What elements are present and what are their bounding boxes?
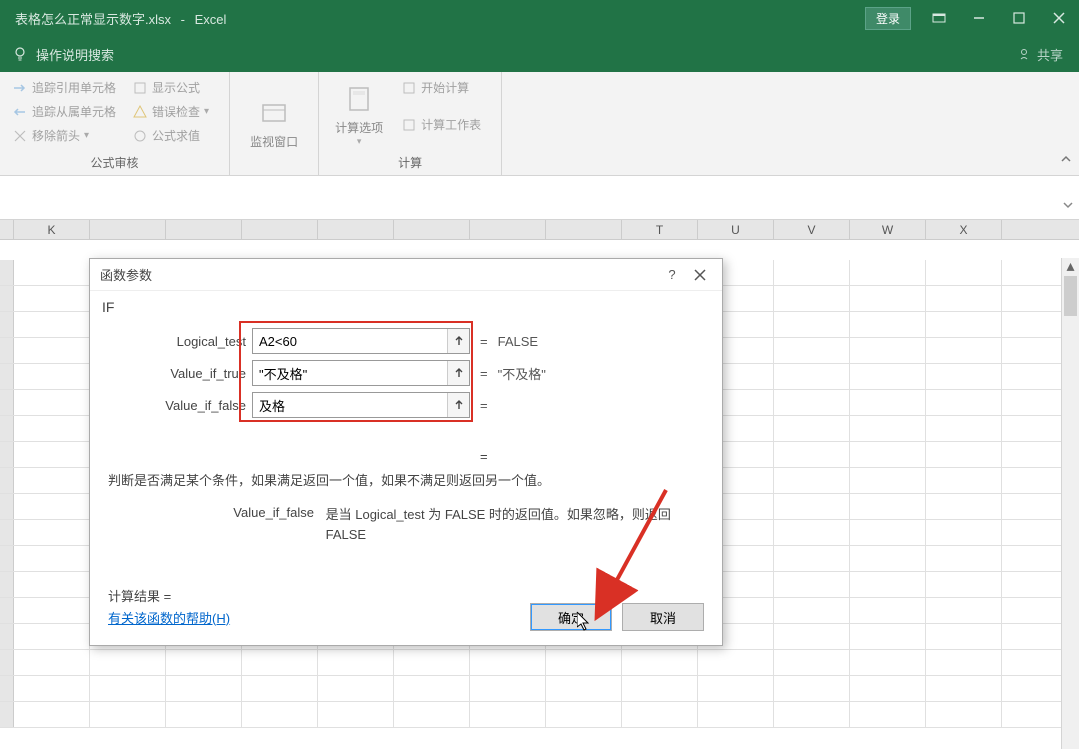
dialog-title: 函数参数 bbox=[100, 265, 152, 284]
watch-window-icon bbox=[258, 97, 290, 129]
dialog-titlebar[interactable]: 函数参数 ? bbox=[90, 259, 722, 291]
column-header[interactable] bbox=[470, 220, 546, 239]
function-arguments-dialog: 函数参数 ? IF Logical_test = FALSE Value_if_… bbox=[89, 258, 723, 646]
trace-precedents-button[interactable]: 追踪引用单元格 bbox=[8, 77, 120, 98]
calc-sheet-icon bbox=[401, 117, 417, 133]
logical-test-input[interactable] bbox=[253, 329, 447, 353]
column-header[interactable] bbox=[546, 220, 622, 239]
value-if-true-input[interactable] bbox=[253, 361, 447, 385]
collapse-ribbon-icon[interactable] bbox=[1059, 152, 1073, 171]
equals-sign: = bbox=[480, 398, 488, 413]
minimize-icon[interactable] bbox=[959, 0, 999, 36]
help-icon[interactable]: ? bbox=[658, 261, 686, 289]
title-separator: - bbox=[181, 12, 185, 27]
column-header[interactable]: K bbox=[14, 220, 90, 239]
column-header[interactable] bbox=[90, 220, 166, 239]
evaluate-formula-button[interactable]: 公式求值 bbox=[128, 125, 213, 146]
login-button[interactable]: 登录 bbox=[865, 7, 911, 30]
function-description: 判断是否满足某个条件，如果满足返回一个值，如果不满足则返回另一个值。 bbox=[108, 470, 704, 489]
equals-sign: = bbox=[480, 334, 488, 349]
arg-label: Value_if_true bbox=[158, 366, 252, 381]
column-header[interactable] bbox=[242, 220, 318, 239]
share-button[interactable]: 共享 bbox=[1019, 45, 1063, 64]
param-name: Value_if_false bbox=[108, 505, 322, 520]
remove-arrows-icon bbox=[12, 128, 28, 144]
value-if-false-input[interactable] bbox=[253, 393, 447, 417]
collapse-dialog-icon[interactable] bbox=[447, 393, 469, 417]
vertical-scrollbar[interactable]: ▴ bbox=[1061, 258, 1079, 749]
evaluate-formula-icon bbox=[132, 128, 148, 144]
expand-formula-icon[interactable] bbox=[1061, 198, 1075, 217]
column-header[interactable] bbox=[394, 220, 470, 239]
select-all-corner[interactable] bbox=[0, 220, 14, 239]
ribbon-group-label: 公式审核 bbox=[8, 152, 221, 173]
trace-dependents-button[interactable]: 追踪从属单元格 bbox=[8, 101, 120, 122]
show-formulas-button[interactable]: 显示公式 bbox=[128, 77, 213, 98]
error-check-icon bbox=[132, 104, 148, 120]
collapse-dialog-icon[interactable] bbox=[447, 361, 469, 385]
calc-now-icon bbox=[401, 80, 417, 96]
formula-bar[interactable] bbox=[0, 176, 1079, 220]
function-help-link[interactable]: 有关该函数的帮助(H) bbox=[108, 608, 230, 627]
tellme-bar: 操作说明搜索 共享 bbox=[0, 36, 1079, 72]
dropdown-arrow-icon: ▾ bbox=[204, 106, 209, 117]
trace-precedents-icon bbox=[12, 80, 28, 96]
maximize-icon[interactable] bbox=[999, 0, 1039, 36]
dropdown-arrow-icon: ▾ bbox=[84, 130, 89, 141]
arg-label: Value_if_false bbox=[158, 398, 252, 413]
function-name: IF bbox=[102, 299, 704, 315]
arg-result: "不及格" bbox=[498, 364, 546, 383]
column-header-row: K T U V W X bbox=[0, 220, 1079, 240]
ok-button[interactable]: 确定 bbox=[530, 603, 612, 631]
share-label: 共享 bbox=[1037, 45, 1063, 64]
formula-result-eq: = bbox=[480, 449, 704, 464]
remove-arrows-button[interactable]: 移除箭头 ▾ bbox=[8, 125, 120, 146]
column-header[interactable] bbox=[166, 220, 242, 239]
column-header[interactable]: U bbox=[698, 220, 774, 239]
column-header[interactable]: X bbox=[926, 220, 1002, 239]
ribbon-display-icon[interactable] bbox=[919, 0, 959, 36]
trace-dependents-icon bbox=[12, 104, 28, 120]
ribbon: 追踪引用单元格 追踪从属单元格 移除箭头 ▾ 显示公式 bbox=[0, 72, 1079, 176]
arg-result: FALSE bbox=[498, 334, 538, 349]
error-check-button[interactable]: 错误检查 ▾ bbox=[128, 101, 213, 122]
close-icon[interactable] bbox=[686, 261, 714, 289]
arg-label: Logical_test bbox=[158, 334, 252, 349]
ribbon-group-label: 计算 bbox=[327, 152, 493, 173]
lightbulb-icon bbox=[12, 46, 28, 62]
column-header[interactable]: T bbox=[622, 220, 698, 239]
tellme-input[interactable]: 操作说明搜索 bbox=[36, 45, 114, 64]
close-icon[interactable] bbox=[1039, 0, 1079, 36]
column-header[interactable] bbox=[318, 220, 394, 239]
column-header[interactable]: V bbox=[774, 220, 850, 239]
window-title: 表格怎么正常显示数字.xlsx - Excel bbox=[15, 9, 226, 28]
calc-sheet-button[interactable]: 计算工作表 bbox=[397, 114, 485, 135]
scrollbar-thumb[interactable] bbox=[1064, 276, 1077, 316]
collapse-dialog-icon[interactable] bbox=[447, 329, 469, 353]
equals-sign: = bbox=[480, 366, 488, 381]
calc-options-icon bbox=[343, 83, 375, 115]
scroll-up-icon[interactable]: ▴ bbox=[1062, 258, 1079, 274]
watch-window-button[interactable]: 监视窗口 bbox=[242, 77, 306, 169]
calc-options-button[interactable]: 计算选项 ▾ bbox=[327, 77, 391, 152]
app-name: Excel bbox=[195, 12, 227, 27]
column-header[interactable]: W bbox=[850, 220, 926, 239]
param-description: 是当 Logical_test 为 FALSE 时的返回值。如果忽略，则返回 F… bbox=[326, 505, 678, 544]
filename: 表格怎么正常显示数字.xlsx bbox=[15, 12, 171, 27]
cancel-button[interactable]: 取消 bbox=[622, 603, 704, 631]
calc-now-button[interactable]: 开始计算 bbox=[397, 77, 485, 98]
title-bar: 表格怎么正常显示数字.xlsx - Excel 登录 bbox=[0, 0, 1079, 36]
show-formulas-icon bbox=[132, 80, 148, 96]
